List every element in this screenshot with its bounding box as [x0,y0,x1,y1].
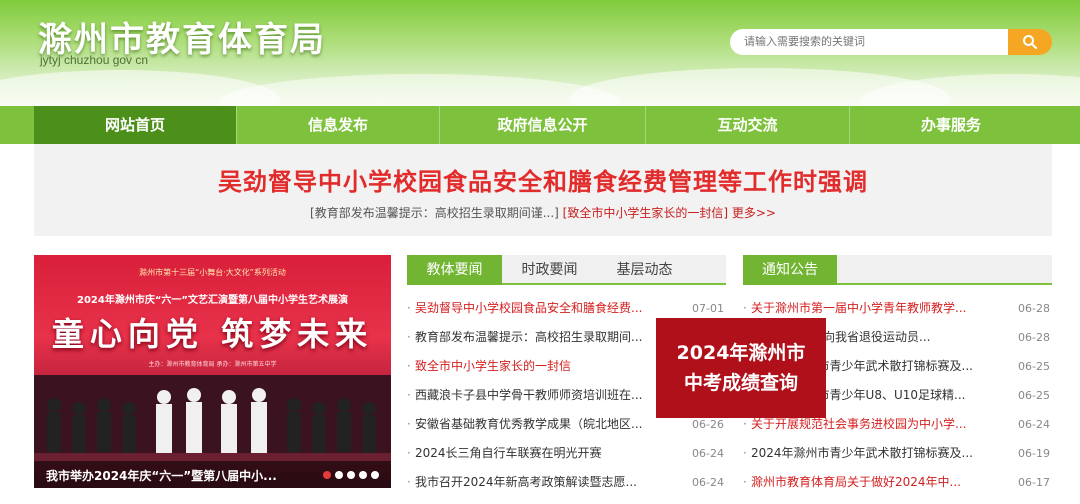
stage-performers-image [34,375,391,465]
notice-date: 06-19 [1018,447,1050,460]
list-item[interactable]: · 我市召开2024年新高考政策解读暨志愿... 06-24 [407,468,726,497]
main-nav: 网站首页 信息发布 政府信息公开 互动交流 办事服务 [0,106,1080,144]
news-title: 吴劲督导中小学校园食品安全和膳食经费... [415,301,643,315]
carousel-dot[interactable] [347,471,355,479]
news-title: 安徽省基础教育优秀教学成果（皖北地区... [415,417,643,431]
carousel-caption[interactable]: 我市举办2024年庆“六一”暨第八届中小... [46,467,277,484]
notice-title: 滁州市教育体育局关于做好2024年中... [751,475,961,489]
carousel-dot[interactable] [335,471,343,479]
sub-link-letter[interactable]: [致全市中小学生家长的一封信] [563,206,728,220]
bullet-icon: · [407,417,411,431]
notice-date: 06-28 [1018,331,1050,344]
carousel-dots [323,471,379,479]
search-button[interactable] [1008,29,1052,55]
site-domain: jytyj chuzhou gov cn [40,53,149,67]
list-item[interactable]: · 滁州市教育体育局关于做好2024年中... 06-17 [743,468,1052,497]
news-date: 06-24 [692,447,724,460]
notice-date: 06-24 [1018,418,1050,431]
bullet-icon: · [407,330,411,344]
headline-link[interactable]: 吴劲督导中小学校园食品安全和膳食经费管理等工作时强调 [34,162,1052,197]
nav-item-info-release[interactable]: 信息发布 [237,106,439,144]
news-date: 06-24 [692,476,724,489]
carousel-organizers: 主办：滁州市教育体育局 承办：滁州市第五中学 [148,361,277,368]
news-title: 致全市中小学生家长的一封信 [415,359,572,373]
carousel-dot[interactable] [371,471,379,479]
bullet-icon: · [407,301,411,315]
notice-title: 2024年滁州市青少年武术散打锦标赛及... [751,446,973,460]
list-item[interactable]: · 2024年滁州市青少年武术散打锦标赛及... 06-19 [743,439,1052,468]
news-title: 西藏浪卡子县中学骨干教师师资培训班在... [415,388,643,402]
search-input[interactable] [730,29,1008,55]
carousel-event-title: 2024年滁州市庆“六一”文艺汇演暨第八届中小学生艺术展演 [77,295,348,306]
notice-date: 06-25 [1018,360,1050,373]
image-carousel[interactable]: 滁州市第十三届“小舞台·大文化”系列活动 2024年滁州市庆“六一”文艺汇演暨第… [34,255,391,488]
nav-item-interaction[interactable]: 互动交流 [646,106,849,144]
notice-date: 06-28 [1018,302,1050,315]
popup-line2: 中考成绩查询 [683,372,798,394]
notice-date: 06-25 [1018,389,1050,402]
tab-local-news[interactable]: 基层动态 [597,255,692,285]
news-title: 我市召开2024年新高考政策解读暨志愿... [415,475,637,489]
news-tabs: 教体要闻 时政要闻 基层动态 [407,255,726,285]
nav-item-services[interactable]: 办事服务 [850,106,1052,144]
carousel-dot[interactable] [359,471,367,479]
headline-area: 吴劲督导中小学校园食品安全和膳食经费管理等工作时强调 [教育部发布温馨提示：高校… [34,144,1052,236]
list-item[interactable]: · 2024长三角自行车联赛在明光开赛 06-24 [407,439,726,468]
news-title: 2024长三角自行车联赛在明光开赛 [415,446,602,460]
tab-notices[interactable]: 通知公告 [743,255,837,285]
carousel-caption-bar: 我市举办2024年庆“六一”暨第八届中小... [34,461,391,488]
exam-results-popup[interactable]: 2024年滁州市 中考成绩查询 [656,318,826,418]
bullet-icon: · [743,475,747,489]
nav-item-gov-info[interactable]: 政府信息公开 [440,106,645,144]
bullet-icon: · [407,388,411,402]
notice-date: 06-17 [1018,476,1050,489]
headline-sublinks: [教育部发布温馨提示：高校招生录取期间谨...] [致全市中小学生家长的一封信]… [34,204,1052,221]
popup-line1: 2024年滁州市 [676,342,806,364]
bullet-icon: · [743,446,747,460]
nav-item-home[interactable]: 网站首页 [34,106,236,144]
search-icon [1023,35,1038,50]
sub-link-notice[interactable]: [教育部发布温馨提示：高校招生录取期间谨...] [310,206,559,220]
tab-education-news[interactable]: 教体要闻 [407,255,502,285]
bullet-icon: · [407,359,411,373]
carousel-slogan: 童心向党 筑梦未来 [51,315,374,353]
carousel-event-series: 滁州市第十三届“小舞台·大文化”系列活动 [139,268,286,277]
bullet-icon: · [407,446,411,460]
more-link[interactable]: 更多>> [732,206,776,220]
tab-politics-news[interactable]: 时政要闻 [502,255,597,285]
bullet-icon: · [407,475,411,489]
carousel-dot[interactable] [323,471,331,479]
notice-tabs: 通知公告 [743,255,1052,285]
site-header: 滁州市教育体育局 jytyj chuzhou gov cn [0,0,1080,106]
news-title: 教育部发布温馨提示：高校招生录取期间... [415,330,643,344]
